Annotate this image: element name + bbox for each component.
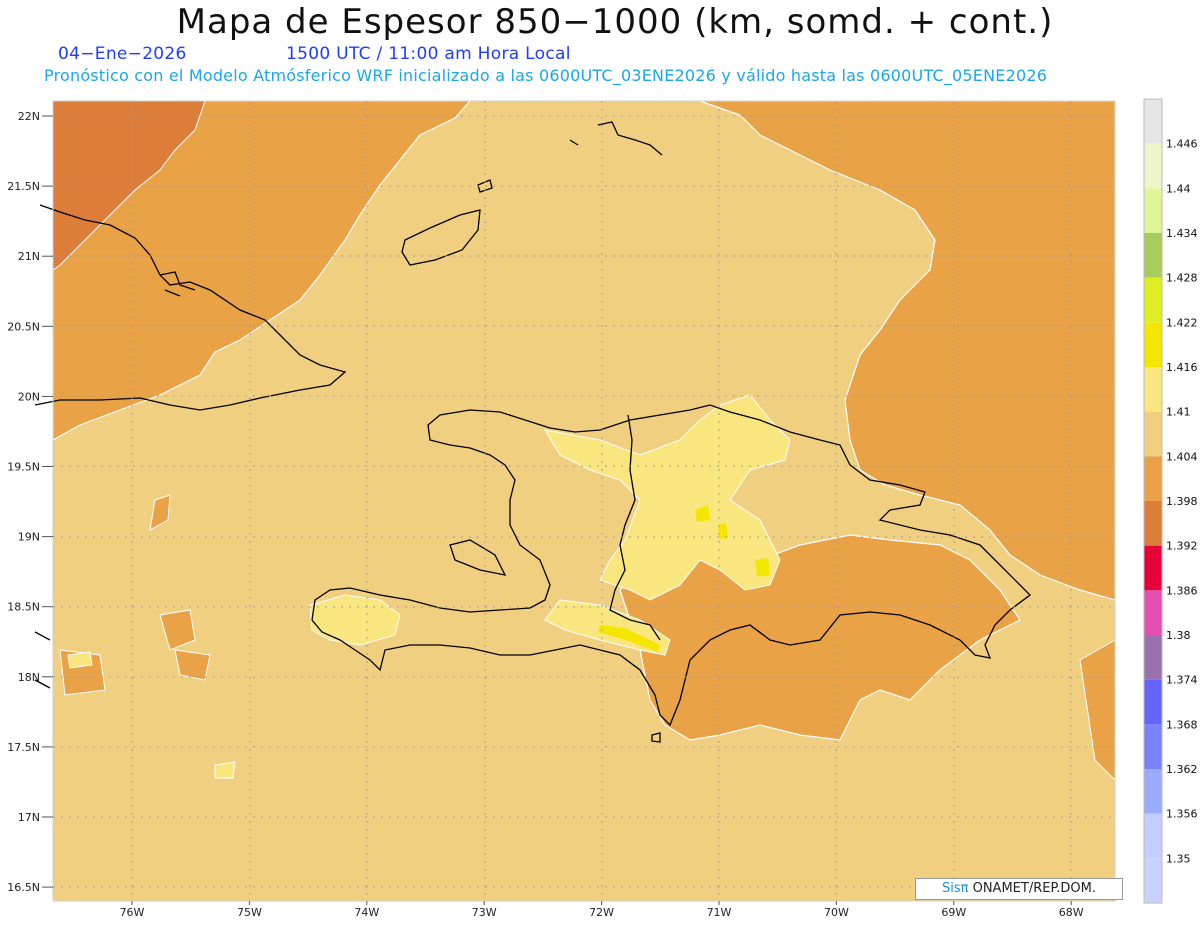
legend-swatch [1144,724,1162,769]
legend-swatch [1144,233,1162,278]
legend-swatch [1144,456,1162,501]
legend-swatch [1144,545,1162,591]
thickness-map: 22N 21.5N 21N 20.5N 20N 19.5N 19N 18.5N 18N 17.5N… [7,98,1198,919]
legend-swatch [1144,188,1162,233]
legend-swatch [1144,769,1162,814]
legend-label: 1.434 [1166,227,1198,240]
lat-label: 17.5N [7,741,40,754]
color-legend: 1.446 1.44 1.434 1.428 1.422 1.416 1.41 1.404 1.… [1143,98,1198,904]
warm-blob-4 [174,649,211,681]
high-region-west [67,651,93,669]
lon-label: 74W [354,906,379,919]
lat-label: 18.5N [7,601,40,614]
legend-swatch [1144,277,1162,323]
legend-swatch [1144,590,1162,635]
legend-swatch [1144,813,1162,859]
legend-label: 1.362 [1166,763,1198,776]
legend-swatch [1144,501,1162,546]
legend-swatch [1144,635,1162,680]
lat-label: 21.5N [7,180,40,193]
credit-box: Sisπ ONAMET/REP.DOM. [915,878,1123,900]
credit-text: ONAMET/REP.DOM. [968,881,1096,896]
lat-label: 18N [18,671,40,684]
legend-swatch [1144,858,1162,903]
legend-swatch [1144,143,1162,189]
lat-label: 21N [18,250,40,263]
legend-label: 1.392 [1166,540,1198,553]
lat-label: 16.5N [7,881,40,894]
high-region-small [214,761,236,779]
credit-brand: Sis [942,881,961,896]
lon-label: 72W [589,906,614,919]
legend-label: 1.446 [1166,138,1198,151]
lon-label: 69W [941,906,966,919]
legend-label: 1.44 [1166,182,1191,195]
lon-label: 71W [707,906,732,919]
legend-label: 1.386 [1166,584,1198,597]
legend-label: 1.368 [1166,718,1198,731]
lat-label: 20.5N [7,320,40,333]
lat-label: 19N [18,531,40,544]
legend-label: 1.38 [1166,629,1191,642]
legend-swatch [1144,679,1162,725]
lat-label: 20N [18,390,40,403]
legend-label: 1.398 [1166,495,1198,508]
legend-label: 1.422 [1166,316,1198,329]
lon-label: 76W [120,906,145,919]
lon-label: 70W [824,906,849,919]
legend-label: 1.41 [1166,406,1191,419]
legend-label: 1.404 [1166,450,1198,463]
legend-label: 1.416 [1166,361,1198,374]
legend-label: 1.428 [1166,272,1198,285]
lon-label: 68W [1059,906,1084,919]
lat-label: 17N [18,811,40,824]
legend-swatch [1144,99,1162,144]
lon-label: 73W [472,906,497,919]
lat-label: 19.5N [7,461,40,474]
legend-label: 1.356 [1166,808,1198,821]
legend-label: 1.374 [1166,674,1198,687]
legend-label: 1.35 [1166,852,1191,865]
legend-swatch [1144,367,1162,412]
lat-label: 22N [18,110,40,123]
legend-swatch [1144,322,1162,367]
legend-swatch [1144,411,1162,457]
lon-label: 75W [237,906,262,919]
peak-region-2 [755,558,770,577]
